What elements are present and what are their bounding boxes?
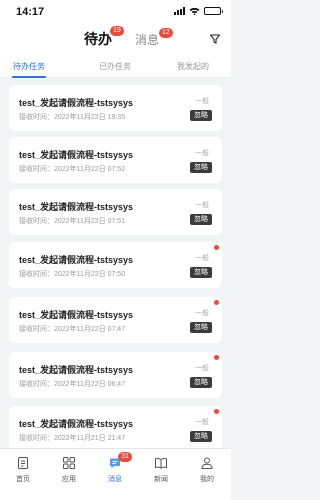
task-received-time: 接收时间：2022年11月22日 07:51	[19, 218, 126, 225]
task-priority: 一般	[195, 365, 209, 372]
task-title: test_发起请假流程-tstsysys	[19, 98, 134, 108]
task-title: test_发起请假流程-tstsysys	[19, 310, 134, 320]
unread-dot	[214, 409, 219, 414]
home-icon	[18, 457, 28, 469]
task-priority: 一般	[195, 150, 209, 157]
task-card[interactable]: test_发起请假流程-tstsysys 接收时间：2022年11月22日 07…	[9, 137, 222, 183]
ignore-button[interactable]: 忽略	[190, 322, 212, 333]
tab-messages[interactable]: 消息 12	[135, 28, 173, 48]
task-card[interactable]: test_发起请假流程-tstsysys 接收时间：2022年11月22日 07…	[9, 297, 222, 343]
task-received-time: 接收时间：2022年11月22日 07:52	[19, 166, 126, 173]
task-received-time: 接收时间：2022年11月22日 06:47	[19, 381, 126, 388]
signal-icon	[174, 7, 185, 15]
wifi-icon	[189, 7, 200, 15]
tabbar-item-profile[interactable]: 我的	[187, 456, 227, 484]
bottom-tab-bar: 首页 应用 31 消息 新闻 我的	[0, 448, 231, 500]
task-card[interactable]: test_发起请假流程-tstsysys 接收时间：2022年11月21日 21…	[9, 406, 222, 452]
messages-unread-badge: 31	[118, 452, 132, 462]
task-title: test_发起请假流程-tstsysys	[19, 150, 134, 160]
task-title: test_发起请假流程-tstsysys	[19, 365, 134, 375]
ignore-button[interactable]: 忽略	[190, 431, 212, 442]
unread-dot	[214, 245, 219, 250]
unread-dot	[214, 355, 219, 360]
user-icon	[201, 457, 213, 469]
task-received-time: 接收时间：2022年11月21日 21:47	[19, 435, 126, 442]
tabbar-label: 首页	[16, 476, 30, 483]
status-bar: 14:17	[0, 0, 231, 24]
task-received-time: 接收时间：2022年11月22日 19:35	[19, 114, 126, 121]
tabbar-item-home[interactable]: 首页	[3, 456, 43, 484]
book-icon	[155, 457, 167, 469]
status-icons	[174, 7, 223, 15]
ignore-button[interactable]: 忽略	[190, 267, 212, 278]
task-title: test_发起请假流程-tstsysys	[19, 202, 134, 212]
active-tab-indicator	[12, 76, 46, 78]
filter-icon[interactable]	[209, 33, 221, 45]
tab-todo[interactable]: 待办 19	[84, 26, 124, 49]
task-priority: 一般	[195, 255, 209, 262]
tab-todo-label: 待办	[84, 31, 112, 47]
task-received-time: 接收时间：2022年11月22日 07:47	[19, 326, 126, 333]
unread-dot	[214, 300, 219, 305]
task-priority: 一般	[195, 98, 209, 105]
task-card[interactable]: test_发起请假流程-tstsysys 接收时间：2022年11月22日 19…	[9, 85, 222, 131]
ignore-button[interactable]: 忽略	[190, 214, 212, 225]
tabbar-item-messages[interactable]: 31 消息	[95, 452, 135, 484]
ignore-button[interactable]: 忽略	[190, 110, 212, 121]
tabbar-item-apps[interactable]: 应用	[49, 456, 89, 484]
tabbar-label: 消息	[108, 476, 122, 483]
battery-icon	[204, 7, 223, 15]
ignore-button[interactable]: 忽略	[190, 377, 212, 388]
tabbar-item-news[interactable]: 新闻	[141, 456, 181, 484]
tabbar-label: 我的	[200, 476, 214, 483]
task-priority: 一般	[195, 310, 209, 317]
tabbar-label: 应用	[62, 476, 76, 483]
task-card[interactable]: test_发起请假流程-tstsysys 接收时间：2022年11月22日 07…	[9, 189, 222, 235]
subtab-done[interactable]: 已办任务	[99, 61, 131, 72]
todo-count-badge: 19	[110, 26, 124, 36]
task-filter-tabs: 待办任务 已办任务 我发起的	[0, 54, 231, 78]
task-received-time: 接收时间：2022年11月22日 07:50	[19, 271, 126, 278]
apps-grid-icon	[63, 457, 75, 469]
task-card[interactable]: test_发起请假流程-tstsysys 接收时间：2022年11月22日 07…	[9, 242, 222, 288]
subtab-pending[interactable]: 待办任务	[13, 61, 45, 72]
header: 待办 19 消息 12	[0, 24, 231, 54]
subtab-initiated[interactable]: 我发起的	[177, 61, 209, 72]
task-title: test_发起请假流程-tstsysys	[19, 255, 134, 265]
tabbar-label: 新闻	[154, 476, 168, 483]
task-priority: 一般	[195, 419, 209, 426]
task-priority: 一般	[195, 202, 209, 209]
messages-count-badge: 12	[159, 28, 173, 38]
task-card[interactable]: test_发起请假流程-tstsysys 接收时间：2022年11月22日 06…	[9, 352, 222, 398]
status-time: 14:17	[16, 6, 45, 18]
ignore-button[interactable]: 忽略	[190, 162, 212, 173]
tab-messages-label: 消息	[135, 33, 160, 47]
task-title: test_发起请假流程-tstsysys	[19, 419, 134, 429]
